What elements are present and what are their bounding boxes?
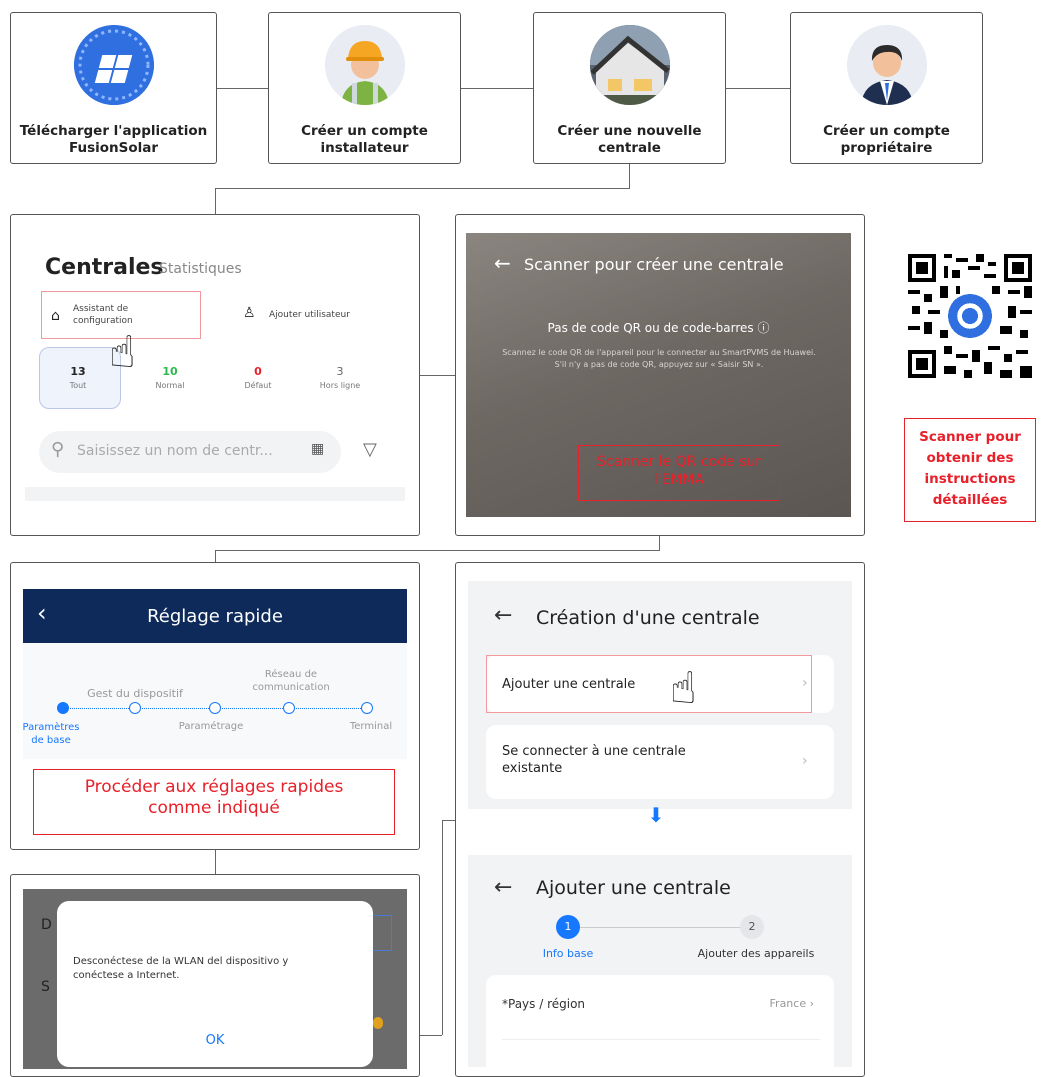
no-code-link[interactable]: Pas de code QR ou de code-barres ⓘ [466,319,851,336]
back-arrow-icon[interactable]: ← [494,603,512,628]
connector [461,88,533,89]
step-label: Créer un compte installateur [301,123,428,156]
installer-avatar-icon [324,25,405,105]
background-text: S [41,979,50,995]
step-2-circle: 2 [740,915,764,939]
chevron-right-icon: › [802,675,808,691]
stat-offline-label: Hors ligne [319,381,361,390]
back-arrow-icon[interactable]: ← [494,875,512,900]
qr-code [904,250,1036,382]
add-plant-title: Ajouter une centrale [536,877,731,899]
connector [659,536,660,550]
step-create-owner: Créer un compte propriétaire [790,12,983,164]
scan-icon[interactable]: ▦ [311,441,324,457]
step-create-installer: Créer un compte installateur [268,12,461,164]
connect-plant-label: Se connecter à une centrale existante [502,744,686,776]
stepper-line [578,927,748,928]
step-dot [283,702,295,714]
step-dot [129,702,141,714]
house-icon [589,25,670,105]
step-label-bottom: Paramètres de base [22,722,80,746]
stat-total-value: 13 [70,365,86,378]
connector [420,1035,442,1036]
connector [629,164,630,188]
step-label: Télécharger l'application FusionSolar [19,123,208,156]
scan-instructions: Scannez le code QR de l'appareil pour le… [502,348,816,369]
connector [217,88,268,89]
panel-dialog: D S Desconéctese de la WLAN del disposit… [10,874,420,1077]
panel-scan: ← Scanner pour créer une centrale Pas de… [455,214,865,536]
add-plant-label: Ajouter une centrale [502,677,636,692]
divider [502,1039,820,1040]
back-arrow-icon[interactable]: ← [494,251,511,275]
owner-avatar-icon [846,25,927,105]
background-text: D [41,917,52,933]
assistant-configuration-button[interactable]: Assistant de configuration [73,303,133,327]
creation-title: Création d'une centrale [536,607,760,629]
pointing-hand-icon: ☝ [670,663,697,714]
stat-fault-value: 0 [254,365,262,378]
add-user-button[interactable]: Ajouter utilisateur [269,310,350,320]
stat-total-label: Tout [69,381,87,390]
country-field-value[interactable]: France › [746,997,814,1010]
connector [726,88,790,89]
quick-settings-callout-text: Procéder aux réglages rapides comme indiq… [84,777,344,818]
step-2-label: Ajouter des appareils [697,947,815,960]
step-label: Créer un compte propriétaire [823,123,950,156]
page-title: Centrales [45,255,164,280]
background-badge [373,1017,383,1029]
country-field-label: *Pays / région [502,997,586,1011]
step-download-app: Télécharger l'application FusionSolar [10,12,217,164]
stat-fault-label: Défaut [244,381,272,390]
step-label-bottom: Paramétrage [178,721,244,732]
panel-creation: ← Création d'une centrale Ajouter une ce… [455,562,865,1077]
background-field [373,915,392,951]
panel-quick-settings: ‹ Réglage rapide Gest du dispositif Rése… [10,562,420,850]
step-label-top: Réseau de communication [252,669,330,693]
scan-title: Scanner pour créer une centrale [524,255,784,274]
down-arrow-icon: ⬇ [647,803,665,827]
step-label: Créer une nouvelle centrale [557,123,702,156]
search-icon: ⚲ [51,439,65,460]
emma-callout-text: Scanner le QR code sur l'EMMA [596,454,761,488]
user-icon: ♙ [243,305,256,321]
chevron-right-icon: › [802,753,808,769]
panel-centrales: Centrales Statistiques ⌂ Assistant de con… [10,214,420,536]
stat-offline-value: 3 [336,365,344,378]
connector [215,188,630,189]
tab-statistiques[interactable]: Statistiques [159,261,242,277]
step-label-top: Gest du dispositif [87,687,183,700]
stat-normal-value: 10 [162,365,178,378]
pointing-hand-icon: ☝ [109,327,136,378]
step-1-label: Info base [542,947,594,960]
step-label-bottom: Terminal [349,721,393,732]
connector [215,850,216,874]
ok-button[interactable]: OK [57,1033,373,1048]
search-placeholder: Saisissez un nom de centr... [77,443,273,459]
step-1-circle: 1 [556,915,580,939]
connector [442,820,455,821]
dialog-message: Desconéctese de la WLAN del dispositivo … [73,956,289,981]
qr-callout-text: Scanner pour obtenir des instructions détai… [919,429,1021,508]
connector [215,550,216,562]
fusionsolar-app-icon [73,25,154,105]
connector [215,550,660,551]
home-icon: ⌂ [51,308,60,324]
step-dot [361,702,373,714]
connector [442,820,443,1035]
filter-icon[interactable]: ▽ [363,439,377,460]
step-dot-active [57,702,69,714]
stat-normal-label: Normal [155,381,185,390]
connector [215,188,216,214]
header-title: Réglage rapide [147,606,283,627]
step-dot [209,702,221,714]
form-card [486,975,834,1067]
divider [25,487,405,501]
step-create-plant: Créer une nouvelle centrale [533,12,726,164]
connector [420,375,455,376]
